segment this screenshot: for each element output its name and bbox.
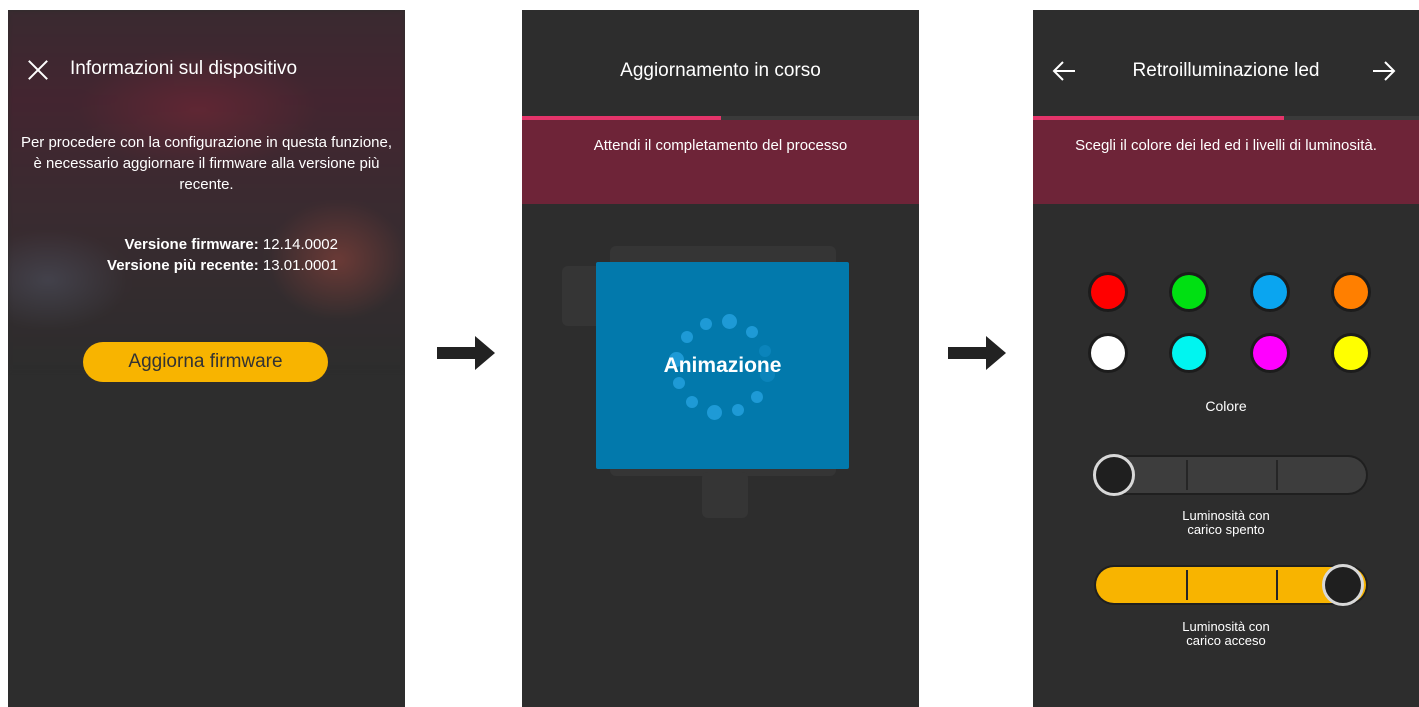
color-swatch[interactable] [1334, 275, 1368, 309]
color-swatch[interactable] [1091, 275, 1125, 309]
animation-label: Animazione [663, 354, 782, 377]
brightness-load-off-slider[interactable] [1093, 454, 1366, 496]
screen-title: Retroilluminazione led [1132, 60, 1320, 81]
spinner-dot [706, 404, 722, 420]
instruction-message: Scegli il colore dei led ed i livelli di… [1075, 137, 1377, 154]
spinner-dot [672, 376, 685, 389]
latest-firmware-row: Versione più recente: 13.01.0001 [38, 255, 338, 276]
brightness-load-on-label: Luminosità con carico acceso [1033, 620, 1419, 648]
color-swatch[interactable] [1253, 275, 1287, 309]
color-swatch[interactable] [1091, 336, 1125, 370]
spinner-dot [722, 314, 738, 330]
arrow-right-icon [948, 336, 1006, 370]
spinner-dot [686, 396, 699, 409]
spinner-dot [731, 404, 744, 417]
update-firmware-button[interactable]: Aggiorna firmware [83, 342, 328, 382]
color-swatch[interactable] [1172, 275, 1206, 309]
slider-tick [1276, 460, 1278, 490]
wait-message: Attendi il completamento del processo [593, 137, 848, 154]
firmware-label: Versione firmware: [124, 236, 259, 253]
device-info-screen: Informazioni sul dispositivo Per procede… [8, 10, 405, 707]
spinner-dot [680, 331, 693, 344]
latest-value: 13.01.0001 [262, 257, 338, 274]
label-line: Luminosità con [1182, 508, 1270, 523]
color-swatch[interactable] [1334, 336, 1368, 370]
progress-fill [1033, 116, 1284, 120]
spinner-dot [745, 325, 758, 338]
slider-tick [1186, 460, 1188, 490]
update-animation: Animazione [596, 262, 849, 469]
spinner-dot [751, 390, 764, 403]
label-line: carico spento [1187, 522, 1265, 537]
latest-label: Versione più recente: [107, 257, 259, 274]
device-ghost-bottom [702, 472, 748, 518]
updating-screen: Aggiornamento in corso Attendi il comple… [522, 10, 919, 707]
label-line: Luminosità con [1182, 619, 1270, 634]
led-backlight-screen: Retroilluminazione led Scegli il colore … [1033, 10, 1419, 707]
update-required-message: Per procedere con la configurazione in q… [20, 134, 393, 193]
slider-tick [1186, 570, 1188, 600]
spinner-dot [700, 317, 713, 330]
brightness-load-on-slider[interactable] [1096, 564, 1366, 606]
color-swatch[interactable] [1253, 336, 1287, 370]
current-firmware-row: Versione firmware: 12.14.0002 [38, 234, 338, 255]
screen-title: Aggiornamento in corso [620, 60, 821, 81]
slider-tick [1276, 570, 1278, 600]
firmware-versions: Versione firmware: 12.14.0002 Versione p… [38, 234, 338, 276]
arrow-right-icon [437, 336, 495, 370]
arrow-right-icon[interactable] [1371, 58, 1397, 84]
label-line: carico acceso [1186, 633, 1266, 648]
close-icon[interactable] [28, 60, 48, 80]
progress-bar [522, 116, 919, 120]
header-banner: Attendi il completamento del processo [522, 116, 919, 204]
brightness-load-off-label: Luminosità con carico spento [1033, 509, 1419, 537]
slider-knob[interactable] [1322, 564, 1364, 606]
screen-title: Informazioni sul dispositivo [70, 58, 298, 79]
color-label: Colore [1205, 398, 1247, 414]
color-swatch[interactable] [1172, 336, 1206, 370]
firmware-value: 12.14.0002 [262, 236, 338, 253]
progress-fill [522, 116, 721, 120]
progress-bar [1033, 116, 1419, 120]
slider-knob[interactable] [1093, 454, 1135, 496]
header-banner: Scegli il colore dei led ed i livelli di… [1033, 116, 1419, 204]
